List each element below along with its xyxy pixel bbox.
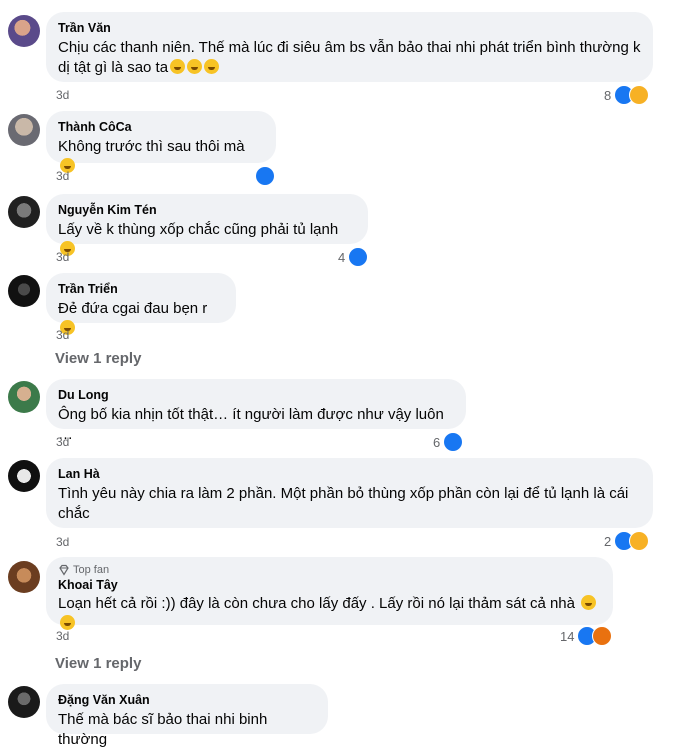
comment-text: Ông bố kia nhịn tốt thật… ít người làm đ… (58, 406, 444, 443)
avatar[interactable] (8, 196, 40, 228)
grimace-emoji-icon (60, 615, 75, 630)
comment-text: Không trước thì sau thôi mà (58, 137, 264, 177)
haha-icon (629, 85, 650, 105)
comment-text: Loạn hết cả rồi :)) đây là còn chưa cho … (58, 594, 601, 634)
comment-time[interactable]: 3d (56, 629, 69, 643)
comment-author[interactable]: Thành CôCa (58, 119, 264, 135)
comment-time[interactable]: 3d (56, 88, 69, 102)
grin-emoji-icon (170, 59, 186, 74)
like-icon (255, 166, 275, 186)
comment-text: Thế mà bác sĩ bảo thai nhi binh thường (58, 711, 268, 748)
top-fan-label: Top fan (73, 564, 110, 576)
comment-author[interactable]: Trần Triển (58, 281, 224, 297)
reaction-count: 6 (433, 434, 441, 450)
top-fan-badge: Top fan (58, 563, 601, 577)
comment-time[interactable]: 3d (56, 169, 69, 183)
comment-author[interactable]: Trần Văn (58, 20, 641, 36)
reaction-count: 8 (604, 87, 612, 103)
haha-icon (629, 531, 650, 551)
comment-bubble: Du Long Ông bố kia nhịn tốt thật… ít ngư… (46, 379, 466, 443)
avatar[interactable] (8, 381, 40, 413)
reaction-count: 14 (560, 628, 575, 644)
comment-text: Chịu các thanh niên. Thế mà lúc đi siêu … (58, 39, 641, 56)
reaction-summary[interactable]: 6 (433, 432, 464, 452)
comment-bubble: Đặng Văn Xuân Thế mà bác sĩ bảo thai nhi… (46, 684, 328, 748)
comment-time[interactable]: 3d (56, 435, 69, 449)
view-replies-link[interactable]: View 1 reply (55, 350, 141, 367)
comment-time[interactable]: 3d (56, 250, 69, 264)
comment-bubble: Trần Triển Đẻ đứa cgai đau bẹn r (46, 273, 236, 335)
reaction-summary[interactable]: 8 (604, 85, 650, 105)
reaction-summary[interactable]: 14 (560, 626, 613, 646)
avatar[interactable] (8, 460, 40, 492)
comment-text-line: dị tật gì là sao ta (58, 58, 641, 78)
comment-text: Tình yêu này chia ra làm 2 phần. Một phầ… (58, 485, 629, 502)
comment-bubble: Lan Hà Tình yêu này chia ra làm 2 phần. … (46, 458, 653, 528)
like-icon (443, 432, 464, 452)
grimace-emoji-icon (581, 595, 597, 610)
reaction-summary[interactable]: 4 (338, 247, 369, 267)
view-replies-link[interactable]: View 1 reply (55, 655, 141, 672)
comment-time[interactable]: 3d (56, 328, 69, 342)
comment-bubble: Nguyễn Kim Tén Lấy về k thùng xốp chắc c… (46, 194, 368, 256)
comment-bubble: Trần Văn Chịu các thanh niên. Thế mà lúc… (46, 12, 653, 82)
grin-emoji-icon (187, 59, 203, 74)
comment-author[interactable]: Du Long (58, 387, 454, 403)
reaction-summary[interactable] (255, 166, 275, 186)
comment-author[interactable]: Nguyễn Kim Tén (58, 202, 356, 218)
avatar[interactable] (8, 114, 40, 146)
comment-bubble: Top fan Khoai Tây Loạn hết cả rồi :)) đâ… (46, 557, 613, 630)
avatar[interactable] (8, 15, 40, 47)
comment-author[interactable]: Lan Hà (58, 466, 641, 482)
reaction-summary[interactable]: 2 (604, 531, 650, 551)
comment-text-line: chắc (58, 505, 90, 522)
comment-author[interactable]: Khoai Tây (58, 577, 601, 593)
avatar[interactable] (8, 686, 40, 718)
avatar[interactable] (8, 275, 40, 307)
comment-author[interactable]: Đặng Văn Xuân (58, 692, 316, 708)
comment-time[interactable]: 3d (56, 535, 69, 549)
angry-icon (592, 626, 613, 646)
comment-text: Đẻ đứa cgai đau bẹn r (58, 299, 224, 339)
like-icon (348, 247, 369, 267)
comment-text: Lấy về k thùng xốp chắc cũng phải tủ lạn… (58, 220, 356, 260)
diamond-icon (59, 564, 69, 576)
comment-bubble: Thành CôCa Không trước thì sau thôi mà (46, 111, 276, 173)
reaction-count: 4 (338, 249, 346, 265)
grin-emoji-icon (204, 59, 220, 74)
reaction-count: 2 (604, 533, 612, 549)
avatar[interactable] (8, 561, 40, 593)
